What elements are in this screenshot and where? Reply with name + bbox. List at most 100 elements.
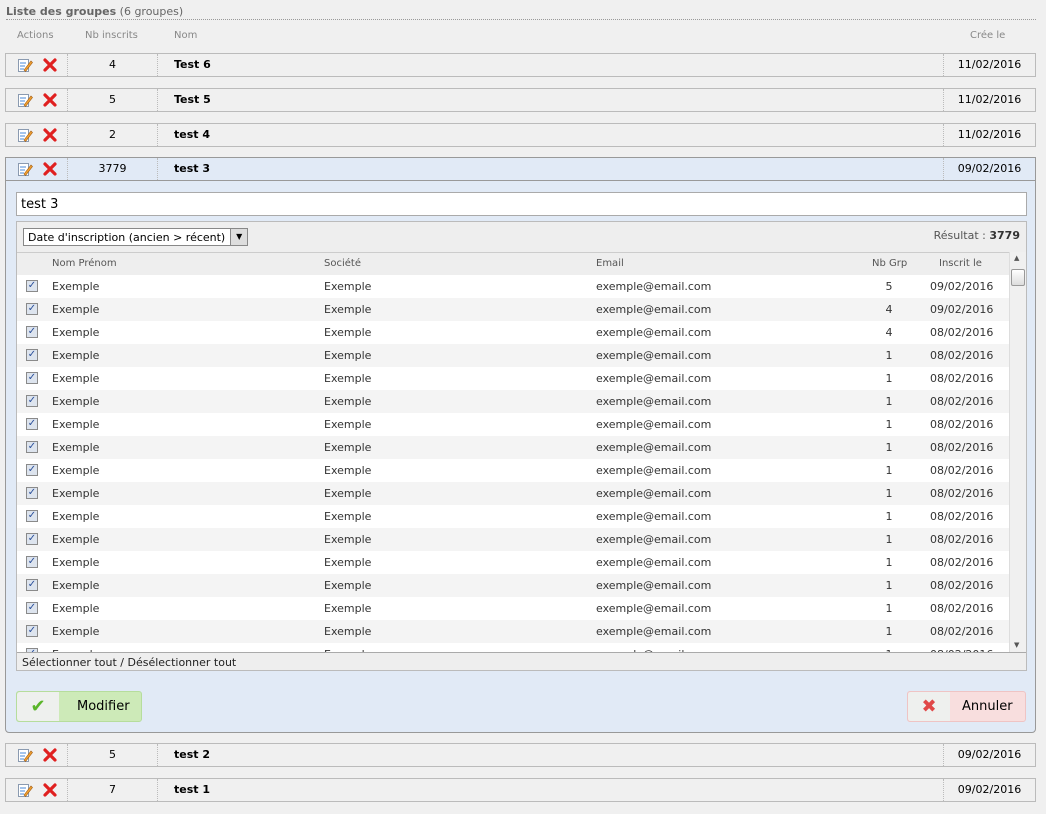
table-row[interactable]: ✓ExempleExempleexemple@email.com108/02/2… xyxy=(17,551,1009,574)
edit-icon[interactable] xyxy=(17,747,33,763)
save-button[interactable]: ✔ Modifier xyxy=(16,691,142,722)
table-row[interactable]: ✓ExempleExempleexemple@email.com108/02/2… xyxy=(17,459,1009,482)
edit-icon[interactable] xyxy=(17,782,33,798)
cell-societe: Exemple xyxy=(324,372,372,385)
cell-date: 08/02/2016 xyxy=(930,533,994,546)
cell-date: 08/02/2016 xyxy=(930,510,994,523)
group-row[interactable]: 4 Test 6 11/02/2016 xyxy=(5,53,1036,77)
row-checkbox[interactable]: ✓ xyxy=(26,487,38,499)
edit-icon[interactable] xyxy=(17,92,33,108)
row-checkbox[interactable]: ✓ xyxy=(26,303,38,315)
cell-nbgrp: 1 xyxy=(885,441,893,454)
group-row[interactable]: 2 test 4 11/02/2016 xyxy=(5,123,1036,147)
table-row[interactable]: ✓ExempleExempleexemple@email.com108/02/2… xyxy=(17,413,1009,436)
row-checkbox[interactable]: ✓ xyxy=(26,326,38,338)
row-checkbox[interactable]: ✓ xyxy=(26,441,38,453)
table-row[interactable]: ✓ExempleExempleexemple@email.com108/02/2… xyxy=(17,620,1009,643)
group-date: 11/02/2016 xyxy=(943,124,1035,146)
table-row[interactable]: ✓ExempleExempleexemple@email.com108/02/2… xyxy=(17,574,1009,597)
table-row[interactable]: ✓ExempleExempleexemple@email.com108/02/2… xyxy=(17,344,1009,367)
row-checkbox[interactable]: ✓ xyxy=(26,579,38,591)
row-checkbox[interactable]: ✓ xyxy=(26,349,38,361)
table-row[interactable]: ✓ExempleExempleexemple@email.com108/02/2… xyxy=(17,597,1009,620)
cell-nbgrp: 1 xyxy=(885,395,893,408)
scrollbar[interactable]: ▲ ▼ xyxy=(1009,252,1026,652)
th-nbgrp: Nb Grp xyxy=(872,258,908,269)
table-row[interactable]: ✓ExempleExempleexemple@email.com108/02/2… xyxy=(17,436,1009,459)
row-checkbox[interactable]: ✓ xyxy=(26,510,38,522)
cell-email: exemple@email.com xyxy=(596,579,712,592)
cell-nom: Exemple xyxy=(52,602,100,615)
table-row[interactable]: ✓ Exemple Exemple exemple@email.com 5 09/02/2… xyxy=(17,275,1009,298)
group-count: (6 groupes) xyxy=(119,5,184,18)
table-row[interactable]: ✓ExempleExempleexemple@email.com108/02/2… xyxy=(17,390,1009,413)
delete-icon[interactable] xyxy=(42,161,58,177)
edit-icon[interactable] xyxy=(17,127,33,143)
delete-icon[interactable] xyxy=(42,57,58,73)
group-row[interactable]: 5 Test 5 11/02/2016 xyxy=(5,88,1036,112)
cell-nbgrp: 1 xyxy=(885,372,893,385)
th-societe: Société xyxy=(324,258,361,269)
row-checkbox[interactable]: ✓ xyxy=(26,533,38,545)
th-nom: Nom Prénom xyxy=(52,258,117,269)
row-checkbox[interactable]: ✓ xyxy=(26,556,38,568)
delete-icon[interactable] xyxy=(42,127,58,143)
row-checkbox[interactable]: ✓ xyxy=(26,372,38,384)
group-nb: 5 xyxy=(68,89,158,111)
group-row[interactable]: 3779 test 3 09/02/2016 xyxy=(5,157,1036,181)
group-date: 09/02/2016 xyxy=(943,779,1035,801)
table-row[interactable]: ✓ExempleExempleexemple@email.com108/02/2… xyxy=(17,367,1009,390)
table-row[interactable]: ✓ Exemple Exemple exemple@email.com 4 08/02/2… xyxy=(17,321,1009,344)
cell-date: 08/02/2016 xyxy=(930,326,994,339)
row-checkbox[interactable]: ✓ xyxy=(26,395,38,407)
group-name: Test 5 xyxy=(174,93,211,106)
cell-date: 08/02/2016 xyxy=(930,556,994,569)
cell-email: exemple@email.com xyxy=(596,441,712,454)
cell-date: 09/02/2016 xyxy=(930,280,994,293)
cell-nbgrp: 1 xyxy=(885,533,893,546)
row-checkbox[interactable]: ✓ xyxy=(26,602,38,614)
col-nom: Nom xyxy=(174,30,198,41)
sort-select[interactable]: Date d'inscription (ancien > récent) ▼ xyxy=(23,228,249,246)
group-name: test 4 xyxy=(174,128,211,141)
table-row[interactable]: ✓ExempleExempleexemple@email.com108/02/2… xyxy=(17,528,1009,551)
delete-icon[interactable] xyxy=(42,747,58,763)
edit-icon[interactable] xyxy=(17,57,33,73)
edit-icon[interactable] xyxy=(17,161,33,177)
table-row[interactable]: ✓ExempleExempleexemple@email.com108/02/2… xyxy=(17,643,1009,652)
row-checkbox[interactable]: ✓ xyxy=(26,464,38,476)
col-actions: Actions xyxy=(17,30,54,41)
scroll-up-icon[interactable]: ▲ xyxy=(1014,254,1019,262)
delete-icon[interactable] xyxy=(42,92,58,108)
row-checkbox[interactable]: ✓ xyxy=(26,418,38,430)
cell-nbgrp: 1 xyxy=(885,349,893,362)
scroll-thumb[interactable] xyxy=(1011,269,1025,286)
group-name: test 2 xyxy=(174,748,211,761)
cell-nom: Exemple xyxy=(52,395,100,408)
group-row[interactable]: 5 test 2 09/02/2016 xyxy=(5,743,1036,767)
scroll-down-icon[interactable]: ▼ xyxy=(1014,641,1019,649)
group-row[interactable]: 7 test 1 09/02/2016 xyxy=(5,778,1036,802)
cancel-button[interactable]: ✖ Annuler xyxy=(907,691,1026,722)
delete-icon[interactable] xyxy=(42,782,58,798)
cell-email: exemple@email.com xyxy=(596,326,712,339)
cell-date: 09/02/2016 xyxy=(930,303,994,316)
cell-email: exemple@email.com xyxy=(596,643,711,652)
table-row[interactable]: ✓ExempleExempleexemple@email.com108/02/2… xyxy=(17,505,1009,528)
cell-nom: Exemple xyxy=(52,556,100,569)
row-checkbox[interactable]: ✓ xyxy=(26,280,38,292)
table-row[interactable]: ✓ Exemple Exemple exemple@email.com 4 09/02/2… xyxy=(17,298,1009,321)
group-date: 11/02/2016 xyxy=(943,89,1035,111)
cell-email: exemple@email.com xyxy=(596,464,712,477)
row-checkbox[interactable]: ✓ xyxy=(26,625,38,637)
group-name-input[interactable] xyxy=(16,192,1027,216)
group-nb: 5 xyxy=(68,744,158,766)
table-row[interactable]: ✓ExempleExempleexemple@email.com108/02/2… xyxy=(17,482,1009,505)
select-all-link[interactable]: Sélectionner tout / Désélectionner tout xyxy=(17,652,1026,670)
expanded-group-panel: Date d'inscription (ancien > récent)▼ Ré… xyxy=(5,157,1036,733)
cell-nbgrp: 4 xyxy=(885,326,893,339)
cell-nbgrp: 1 xyxy=(885,625,893,638)
group-nb: 3779 xyxy=(68,158,158,180)
group-nb: 2 xyxy=(68,124,158,146)
group-name: Test 6 xyxy=(174,58,211,71)
